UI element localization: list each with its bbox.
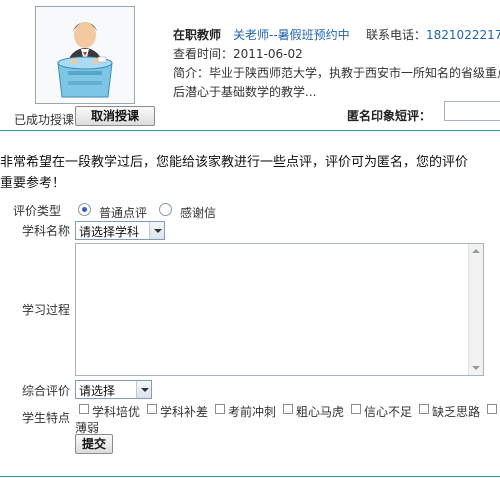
subject-select-value: 请选择学科: [79, 225, 140, 239]
scroll-down-icon[interactable]: [472, 366, 480, 370]
trait-checkbox[interactable]: [147, 404, 157, 414]
teacher-avatar-icon: [57, 22, 113, 98]
trait-checkbox[interactable]: [283, 404, 293, 414]
phone-label-text: 联系电话：: [366, 28, 427, 42]
success-label: 已成功授课: [14, 113, 75, 127]
teacher-name-link[interactable]: 关老师--暑假班预约中: [233, 26, 350, 43]
trait-label: 缺乏思路: [432, 405, 481, 418]
trait-label: 考前冲刺: [228, 405, 277, 418]
anon-comment-label: 匿名印象短评：: [347, 109, 432, 123]
intro-text-line2: 重要参考！: [0, 176, 66, 191]
intro-text-line1: 非常希望在一段教学过后，您能给该家教进行一些点评，评价可为匿名，您的评价: [0, 155, 469, 170]
textarea-scrollbar[interactable]: [468, 244, 483, 375]
overall-select[interactable]: 请选择: [75, 380, 152, 399]
review-type-label: 评价类型: [13, 204, 62, 218]
trait-checkbox[interactable]: [419, 404, 429, 414]
trait-checkbox[interactable]: [487, 404, 497, 414]
scroll-up-icon[interactable]: [472, 249, 480, 253]
traits-row: 学科培优 学科补差 考前冲刺 粗心马虎 信心不足 缺乏思路: [79, 404, 500, 418]
trait-checkbox[interactable]: [215, 404, 225, 414]
traits-label: 学生特点: [22, 411, 71, 425]
overall-select-value: 请选择: [79, 384, 116, 398]
anon-comment-input[interactable]: [444, 101, 500, 121]
subject-label: 学科名称: [22, 224, 71, 238]
teacher-role-label: 在职教师: [173, 28, 222, 42]
trait-label: 学科补差: [160, 405, 209, 418]
phone-label: 联系电话：18210222179: [366, 26, 500, 43]
teacher-intro-line1: 简介：毕业于陕西师范大学，执教于西安市一所知名的省级重点: [173, 66, 500, 80]
divider-bottom: [0, 476, 500, 477]
teacher-avatar: [35, 6, 135, 104]
chevron-down-icon: [149, 222, 164, 239]
divider-top: [0, 130, 500, 131]
trait-label: 粗心马虎: [296, 405, 345, 418]
radio-normal-review-label: 普通点评: [99, 206, 148, 220]
radio-thank-letter-label: 感谢信: [180, 206, 217, 220]
radio-thank-letter[interactable]: [159, 203, 172, 216]
cancel-course-button[interactable]: 取消授课: [75, 106, 155, 126]
process-textarea[interactable]: [75, 243, 484, 376]
submit-button[interactable]: 提交: [75, 434, 113, 454]
radio-normal-review[interactable]: [78, 203, 91, 216]
view-time: 查看时间：2011-06-02: [173, 47, 303, 61]
trait-label: 学科培优: [92, 405, 141, 418]
subject-select[interactable]: 请选择学科: [75, 221, 165, 240]
teacher-intro-line2: 后潜心于基础数学的教学...: [173, 85, 317, 99]
overall-label: 综合评价: [22, 384, 71, 398]
process-label: 学习过程: [22, 303, 71, 317]
chevron-down-icon: [136, 381, 151, 398]
trait-checkbox[interactable]: [351, 404, 361, 414]
trait-label: 信心不足: [364, 405, 413, 418]
phone-value: 18210222179: [426, 28, 500, 42]
trait-checkbox[interactable]: [79, 404, 89, 414]
